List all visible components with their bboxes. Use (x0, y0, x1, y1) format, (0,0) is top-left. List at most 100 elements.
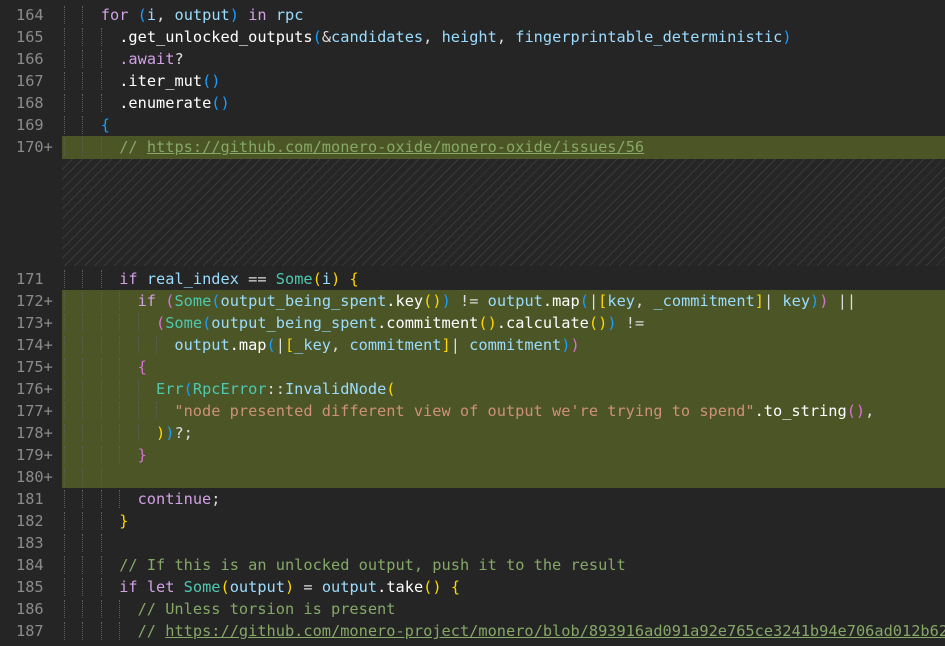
code-line[interactable]: 164 for (i, output) in rpc (0, 4, 945, 26)
code-token: if (137, 292, 166, 310)
line-code[interactable]: // If this is an unlocked output, push i… (62, 554, 945, 576)
line-gutter[interactable]: 173+ (0, 312, 62, 334)
line-gutter[interactable]: 168 (0, 92, 62, 114)
code-line[interactable]: 170+ // https://github.com/monero-oxide/m… (0, 136, 945, 158)
line-gutter[interactable]: 166 (0, 48, 62, 70)
line-code[interactable]: { (62, 356, 945, 378)
code-token: output (487, 292, 543, 310)
code-line[interactable]: 183 (0, 532, 945, 554)
line-gutter[interactable]: 164 (0, 4, 62, 26)
code-token: if let (119, 578, 184, 596)
code-token: , (496, 28, 516, 46)
code-line[interactable]: 177+ "node presented different view of ou… (0, 400, 945, 422)
line-code[interactable]: // Unless torsion is present (62, 598, 945, 620)
code-line[interactable]: 173+ (Some(output_being_spent.commitment(… (0, 312, 945, 334)
line-gutter[interactable]: 177+ (0, 400, 62, 422)
code-token: output (229, 578, 285, 596)
line-gutter[interactable]: 176+ (0, 378, 62, 400)
line-code[interactable]: if let Some(output) = output.take() { (62, 576, 945, 598)
code-line[interactable]: 175+ { (0, 356, 945, 378)
code-line[interactable]: 169 { (0, 114, 945, 136)
code-line[interactable]: 166 .await? (0, 48, 945, 70)
line-code[interactable]: "node presented different view of output… (62, 400, 945, 422)
line-code[interactable]: (Some(output_being_spent.commitment().ca… (62, 312, 945, 334)
line-code[interactable]: .enumerate() (62, 92, 945, 114)
code-line[interactable]: 186 // Unless torsion is present (0, 598, 945, 620)
line-code[interactable]: // https://github.com/monero-project/mon… (62, 620, 945, 642)
code-token: ( (211, 292, 221, 310)
code-line[interactable]: 178+))?; (0, 422, 945, 444)
indent-guide (119, 292, 121, 310)
line-gutter[interactable]: 184 (0, 554, 62, 576)
comment-token[interactable]: https://github.com/monero-project/monero… (165, 622, 945, 640)
line-gutter[interactable]: 171 (0, 268, 62, 290)
code-line[interactable]: 165 .get_unlocked_outputs(&candidates, he… (0, 26, 945, 48)
line-gutter[interactable]: 179+ (0, 444, 62, 466)
indent-guide (100, 622, 102, 640)
code-token: .commitment (377, 314, 479, 332)
line-code[interactable] (62, 466, 945, 488)
line-gutter[interactable]: 172+ (0, 290, 62, 312)
code-token: ( (266, 336, 276, 354)
indent-guide (64, 490, 65, 508)
line-gutter[interactable]: 169 (0, 114, 62, 136)
code-token: if (119, 270, 147, 288)
line-gutter[interactable]: 167 (0, 70, 62, 92)
line-code[interactable]: ))?; (62, 422, 945, 444)
line-gutter[interactable]: 187 (0, 620, 62, 642)
line-code[interactable]: if real_index == Some(i) { (62, 268, 945, 290)
code-line[interactable]: 176+ Err(RpcError::InvalidNode( (0, 378, 945, 400)
indent-guide (137, 314, 139, 332)
code-token: () (478, 314, 497, 332)
indent-guide (137, 402, 139, 420)
line-code[interactable]: // https://github.com/monero-oxide/moner… (62, 136, 945, 158)
comment-token[interactable]: https://github.com/monero-oxide/monero-o… (147, 138, 644, 156)
line-code[interactable]: .get_unlocked_outputs(&candidates, heigh… (62, 26, 945, 48)
line-code[interactable] (62, 532, 945, 554)
code-line[interactable]: 171 if real_index == Some(i) { (0, 268, 945, 290)
line-code[interactable]: Err(RpcError::InvalidNode( (62, 378, 945, 400)
line-code[interactable]: .iter_mut() (62, 70, 945, 92)
code-line[interactable]: 168 .enumerate() (0, 92, 945, 114)
line-gutter[interactable]: 175+ (0, 356, 62, 378)
code-line[interactable]: 187 // https://github.com/monero-project/… (0, 620, 945, 642)
line-gutter[interactable]: 181 (0, 488, 62, 510)
indent-guide (100, 314, 102, 332)
indent-guide (100, 534, 102, 552)
line-gutter[interactable]: 185 (0, 576, 62, 598)
code-token: .map (542, 292, 580, 310)
code-line[interactable]: 184 // If this is an unlocked output, pus… (0, 554, 945, 576)
code-line[interactable]: 174+ output.map(|[_key, commitment]| comm… (0, 334, 945, 356)
line-gutter[interactable]: 170+ (0, 136, 62, 158)
line-code[interactable]: } (62, 444, 945, 466)
indent-guide (119, 622, 121, 640)
line-gutter[interactable]: 178+ (0, 422, 62, 444)
line-text: .await? (119, 48, 183, 70)
line-code[interactable]: { (62, 114, 945, 136)
line-code[interactable]: for (i, output) in rpc (62, 4, 945, 26)
code-editor[interactable]: 164 for (i, output) in rpc 165 .get_unlocke… (0, 0, 945, 646)
line-gutter[interactable]: 183 (0, 532, 62, 554)
code-line[interactable]: 167 .iter_mut() (0, 70, 945, 92)
line-code[interactable]: } (62, 510, 945, 532)
line-code[interactable]: output.map(|[_key, commitment]| commitme… (62, 334, 945, 356)
line-code[interactable]: .await? (62, 48, 945, 70)
indent-guide (82, 6, 84, 24)
line-text: (Some(output_being_spent.commitment().ca… (156, 312, 644, 334)
line-gutter[interactable]: 174+ (0, 334, 62, 356)
code-line[interactable]: 181 continue; (0, 488, 945, 510)
line-gutter[interactable]: 165 (0, 26, 62, 48)
code-line[interactable]: 179+} (0, 444, 945, 466)
code-line[interactable]: 180+ (0, 466, 945, 488)
line-gutter[interactable]: 182 (0, 510, 62, 532)
indent-guide (64, 50, 65, 68)
code-line[interactable]: 182} (0, 510, 945, 532)
line-code[interactable]: if (Some(output_being_spent.key()) != ou… (62, 290, 945, 312)
line-gutter[interactable]: 180+ (0, 466, 62, 488)
code-line[interactable]: 185 if let Some(output) = output.take() { (0, 576, 945, 598)
line-gutter[interactable]: 186 (0, 598, 62, 620)
line-code[interactable]: continue; (62, 488, 945, 510)
code-line[interactable]: 172+ if (Some(output_being_spent.key()) !… (0, 290, 945, 312)
code-token: ) (561, 336, 571, 354)
code-token: } (119, 512, 129, 530)
